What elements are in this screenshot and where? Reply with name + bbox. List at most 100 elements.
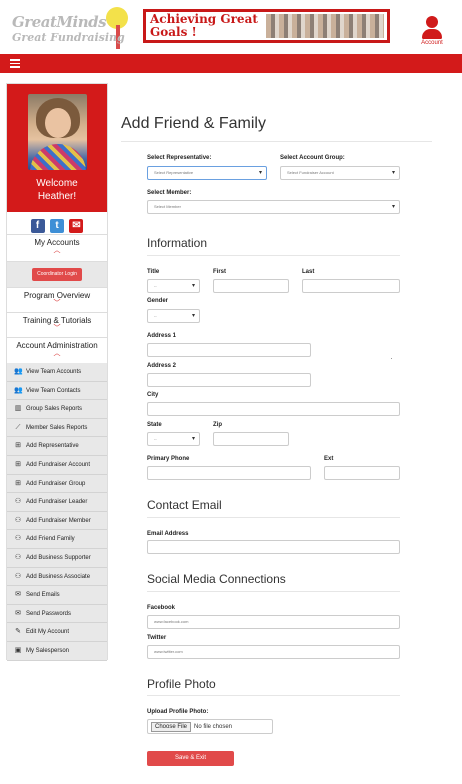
address1-input[interactable]: [147, 343, 311, 357]
sidebar-admin-item[interactable]: ⚇ Add Friend Family: [7, 530, 107, 549]
chevron-down-icon: ﹀: [53, 325, 61, 332]
facebook-url-input[interactable]: www.facebook.com: [147, 615, 400, 629]
account-admin-label: Account Administration: [16, 341, 98, 350]
address2-input[interactable]: [147, 373, 311, 387]
chevron-down-icon: ﹀: [53, 300, 61, 307]
plus-square-icon: ⊞: [15, 479, 21, 487]
header: GreatMinds Great Fundraising Achieving G…: [0, 0, 462, 53]
banner-crowd-image: [266, 14, 384, 38]
banner-text: Achieving Great Goals !: [150, 12, 258, 39]
choose-file-button[interactable]: Choose File: [151, 722, 191, 732]
facebook-icon[interactable]: f: [30, 219, 45, 233]
twitter-url-input[interactable]: www.twitter.com: [147, 645, 400, 659]
section-divider: [147, 517, 400, 518]
sidebar-admin-item[interactable]: ✉ Send Passwords: [7, 605, 107, 624]
account-admin-menu: 👥 View Team Accounts 👥 View Team Contacts ▥ G…: [7, 363, 107, 661]
sidebar-admin-item[interactable]: 👥 View Team Accounts: [7, 363, 107, 382]
address2-label: Address 2: [147, 363, 177, 369]
first-name-label: First: [213, 269, 227, 275]
first-name-input[interactable]: [213, 279, 289, 293]
sidebar: Welcome Heather! f t ✉ My Accounts ︿ Coo…: [6, 83, 108, 661]
gender-select[interactable]: --: [147, 309, 200, 323]
select-account-group-dropdown[interactable]: Select Fundraiser Account: [280, 166, 400, 180]
ext-input[interactable]: [324, 466, 400, 480]
sidebar-section-program-overview[interactable]: Program Overview ﹀: [7, 291, 107, 308]
sidebar-admin-item-label: Add Business Supporter: [26, 554, 91, 561]
address1-label: Address 1: [147, 333, 177, 339]
sidebar-admin-item[interactable]: ✎ Edit My Account: [7, 623, 107, 642]
users-icon: 👥: [14, 368, 23, 375]
email-address-label: Email Address: [147, 531, 189, 537]
account-label: Account: [421, 40, 443, 46]
user-plus-icon: ⚇: [14, 535, 22, 543]
sidebar-admin-item[interactable]: ▣ My Salesperson: [7, 642, 107, 661]
sidebar-admin-item-label: Send Passwords: [26, 610, 72, 617]
profile-card: Welcome Heather!: [7, 84, 107, 212]
sidebar-admin-item-label: Add Fundraiser Leader: [26, 499, 88, 506]
email-icon[interactable]: ✉: [69, 219, 84, 233]
coordinator-login-area: Coordinator Login: [7, 261, 107, 288]
gender-label: Gender: [147, 298, 169, 304]
select-member-label: Select Member:: [147, 190, 192, 196]
ext-label: Ext: [324, 456, 334, 462]
coordinator-login-button[interactable]: Coordinator Login: [32, 268, 82, 281]
sidebar-admin-item-label: View Team Accounts: [26, 369, 82, 375]
state-select[interactable]: --: [147, 432, 200, 446]
welcome-line1: Welcome: [36, 178, 78, 189]
save-exit-button[interactable]: Save & Exit: [147, 751, 234, 766]
sidebar-admin-item-label: Add Representative: [26, 443, 79, 450]
sidebar-admin-item[interactable]: 👥 View Team Contacts: [7, 382, 107, 401]
sidebar-admin-item-label: Group Sales Reports: [26, 406, 83, 413]
sidebar-admin-item[interactable]: ⊞ Add Representative: [7, 437, 107, 456]
top-navbar: [0, 54, 462, 73]
twitter-icon[interactable]: t: [50, 219, 64, 233]
sidebar-admin-item[interactable]: ⚇ Add Business Associate: [7, 568, 107, 587]
sidebar-admin-item-label: Add Fundraiser Member: [26, 517, 91, 524]
chevron-up-icon: ︿: [53, 350, 61, 357]
sidebar-section-training[interactable]: Training & Tutorials ﹀: [7, 316, 107, 333]
account-menu[interactable]: Account: [418, 16, 446, 50]
state-label: State: [147, 422, 162, 428]
title-divider: [121, 141, 432, 142]
hamburger-menu-icon[interactable]: [10, 59, 20, 68]
sidebar-section-account-admin[interactable]: Account Administration ︿: [7, 341, 107, 358]
twitter-label: Twitter: [147, 635, 167, 641]
last-name-label: Last: [302, 269, 315, 275]
sidebar-admin-item[interactable]: ⊞ Add Fundraiser Account: [7, 456, 107, 475]
sidebar-admin-item[interactable]: ▥ Group Sales Reports: [7, 400, 107, 419]
sidebar-admin-item[interactable]: ✉ Send Emails: [7, 586, 107, 605]
sidebar-admin-item[interactable]: ⚇ Add Fundraiser Member: [7, 512, 107, 531]
city-input[interactable]: [147, 402, 400, 416]
email-address-input[interactable]: [147, 540, 400, 554]
last-name-input[interactable]: [302, 279, 400, 293]
sidebar-admin-item-label: Add Fundraiser Group: [26, 480, 86, 487]
user-icon: [422, 16, 442, 40]
file-upload-field: Choose File No file chosen: [147, 719, 273, 734]
sidebar-admin-item[interactable]: ⊞ Add Fundraiser Group: [7, 475, 107, 494]
title-select[interactable]: --: [147, 279, 200, 293]
sidebar-section-my-accounts[interactable]: My Accounts ︿: [7, 238, 107, 255]
envelope-icon: ✉: [15, 591, 21, 599]
select-representative-dropdown[interactable]: Select Representative: [147, 166, 267, 180]
sidebar-admin-item-label: Add Friend Family: [26, 536, 75, 543]
sidebar-admin-item-label: Member Sales Reports: [26, 424, 88, 431]
sidebar-admin-item[interactable]: ⟋ Member Sales Reports: [7, 419, 107, 438]
facebook-label: Facebook: [147, 605, 176, 611]
user-plus-icon: ⚇: [14, 553, 22, 561]
select-member-dropdown[interactable]: Select Member: [147, 200, 400, 214]
sidebar-admin-item-label: View Team Contacts: [26, 387, 81, 394]
briefcase-icon: ▣: [14, 646, 22, 654]
primary-phone-input[interactable]: [147, 466, 311, 480]
header-banner: Achieving Great Goals !: [143, 9, 390, 43]
sidebar-admin-item[interactable]: ⚇ Add Fundraiser Leader: [7, 493, 107, 512]
social-links: f t ✉: [7, 215, 107, 235]
welcome-message: Welcome Heather!: [7, 177, 107, 203]
section-divider: [147, 255, 400, 256]
sidebar-admin-item[interactable]: ⚇ Add Business Supporter: [7, 549, 107, 568]
training-label: Training & Tutorials: [22, 316, 92, 325]
logo-text-bottom: Great Fundraising: [12, 31, 125, 44]
greatminds-logo[interactable]: GreatMinds Great Fundraising: [10, 5, 128, 49]
pencil-icon: ✎: [15, 628, 21, 636]
title-label: Title: [147, 269, 160, 275]
zip-input[interactable]: [213, 432, 289, 446]
